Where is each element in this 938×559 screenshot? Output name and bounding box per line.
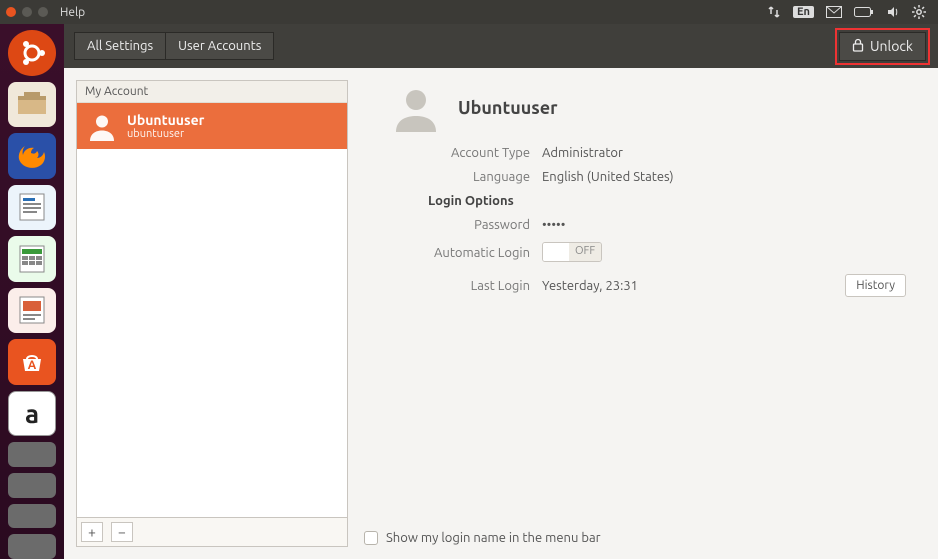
- settings-window: All Settings User Accounts Unlock My Acc…: [64, 24, 938, 559]
- toggle-state-label: OFF: [569, 243, 601, 261]
- language-indicator[interactable]: En: [793, 6, 814, 18]
- launcher-files[interactable]: [8, 82, 56, 128]
- unlock-button[interactable]: Unlock: [839, 32, 926, 61]
- show-name-checkbox[interactable]: [364, 531, 378, 545]
- launcher-writer[interactable]: [8, 185, 56, 231]
- unlock-highlight: Unlock: [837, 30, 928, 63]
- launcher-dash[interactable]: [8, 30, 56, 76]
- account-type-value[interactable]: Administrator: [542, 146, 623, 160]
- account-row-selected[interactable]: Ubuntuuser ubuntuuser: [77, 103, 347, 149]
- launcher-impress[interactable]: [8, 288, 56, 334]
- mail-icon[interactable]: [826, 6, 842, 18]
- lock-icon: [852, 38, 864, 55]
- settings-gear-icon[interactable]: [912, 5, 926, 19]
- last-login-label: Last Login: [392, 279, 542, 293]
- window-close-button[interactable]: [6, 7, 16, 17]
- avatar-icon: [87, 111, 117, 141]
- remove-account-button[interactable]: −: [111, 522, 133, 542]
- breadcrumb: All Settings User Accounts: [74, 32, 274, 60]
- profile-avatar-icon[interactable]: [392, 84, 440, 132]
- breadcrumb-user-accounts[interactable]: User Accounts: [165, 32, 274, 60]
- accounts-sidebar: My Account Ubuntuuser ubuntuuser + −: [76, 80, 348, 547]
- password-value[interactable]: •••••: [542, 218, 565, 232]
- window-title: Help: [60, 6, 85, 19]
- breadcrumb-all-settings[interactable]: All Settings: [74, 32, 165, 60]
- network-icon[interactable]: [767, 5, 781, 19]
- history-button[interactable]: History: [845, 274, 906, 297]
- automatic-login-label: Automatic Login: [392, 246, 542, 260]
- launcher-firefox[interactable]: [8, 133, 56, 179]
- automatic-login-toggle[interactable]: OFF: [542, 242, 602, 262]
- launcher-software-center[interactable]: A: [8, 339, 56, 385]
- launcher-stack-item[interactable]: [8, 534, 56, 559]
- battery-icon[interactable]: [854, 7, 874, 17]
- show-name-label: Show my login name in the menu bar: [386, 531, 601, 545]
- window-minimize-button[interactable]: [22, 7, 32, 17]
- launcher-amazon[interactable]: a: [8, 391, 56, 437]
- launcher-stack-item[interactable]: [8, 473, 56, 498]
- footer-option: Show my login name in the menu bar: [364, 531, 601, 545]
- system-top-bar: Help En: [0, 0, 938, 24]
- add-account-button[interactable]: +: [81, 522, 103, 542]
- login-options-title: Login Options: [428, 194, 926, 208]
- account-row-username: ubuntuuser: [127, 128, 204, 140]
- account-type-label: Account Type: [392, 146, 542, 160]
- language-label: Language: [392, 170, 542, 184]
- toggle-knob: [543, 243, 569, 261]
- sidebar-section-label: My Account: [77, 81, 347, 103]
- password-label: Password: [392, 218, 542, 232]
- unlock-button-label: Unlock: [870, 38, 913, 54]
- launcher-stack-item[interactable]: [8, 442, 56, 467]
- window-maximize-button[interactable]: [38, 7, 48, 17]
- account-row-name: Ubuntuuser: [127, 112, 204, 128]
- language-value[interactable]: English (United States): [542, 170, 674, 184]
- account-display-name[interactable]: Ubuntuuser: [458, 98, 558, 118]
- launcher-stack-item[interactable]: [8, 504, 56, 529]
- volume-icon[interactable]: [886, 5, 900, 19]
- settings-toolbar: All Settings User Accounts Unlock: [64, 24, 938, 68]
- account-detail-panel: Ubuntuuser Account Type Administrator La…: [362, 80, 926, 547]
- last-login-value: Yesterday, 23:31: [542, 279, 638, 293]
- launcher-calc[interactable]: [8, 236, 56, 282]
- unity-launcher: A a: [0, 24, 64, 559]
- svg-text:A: A: [28, 359, 37, 372]
